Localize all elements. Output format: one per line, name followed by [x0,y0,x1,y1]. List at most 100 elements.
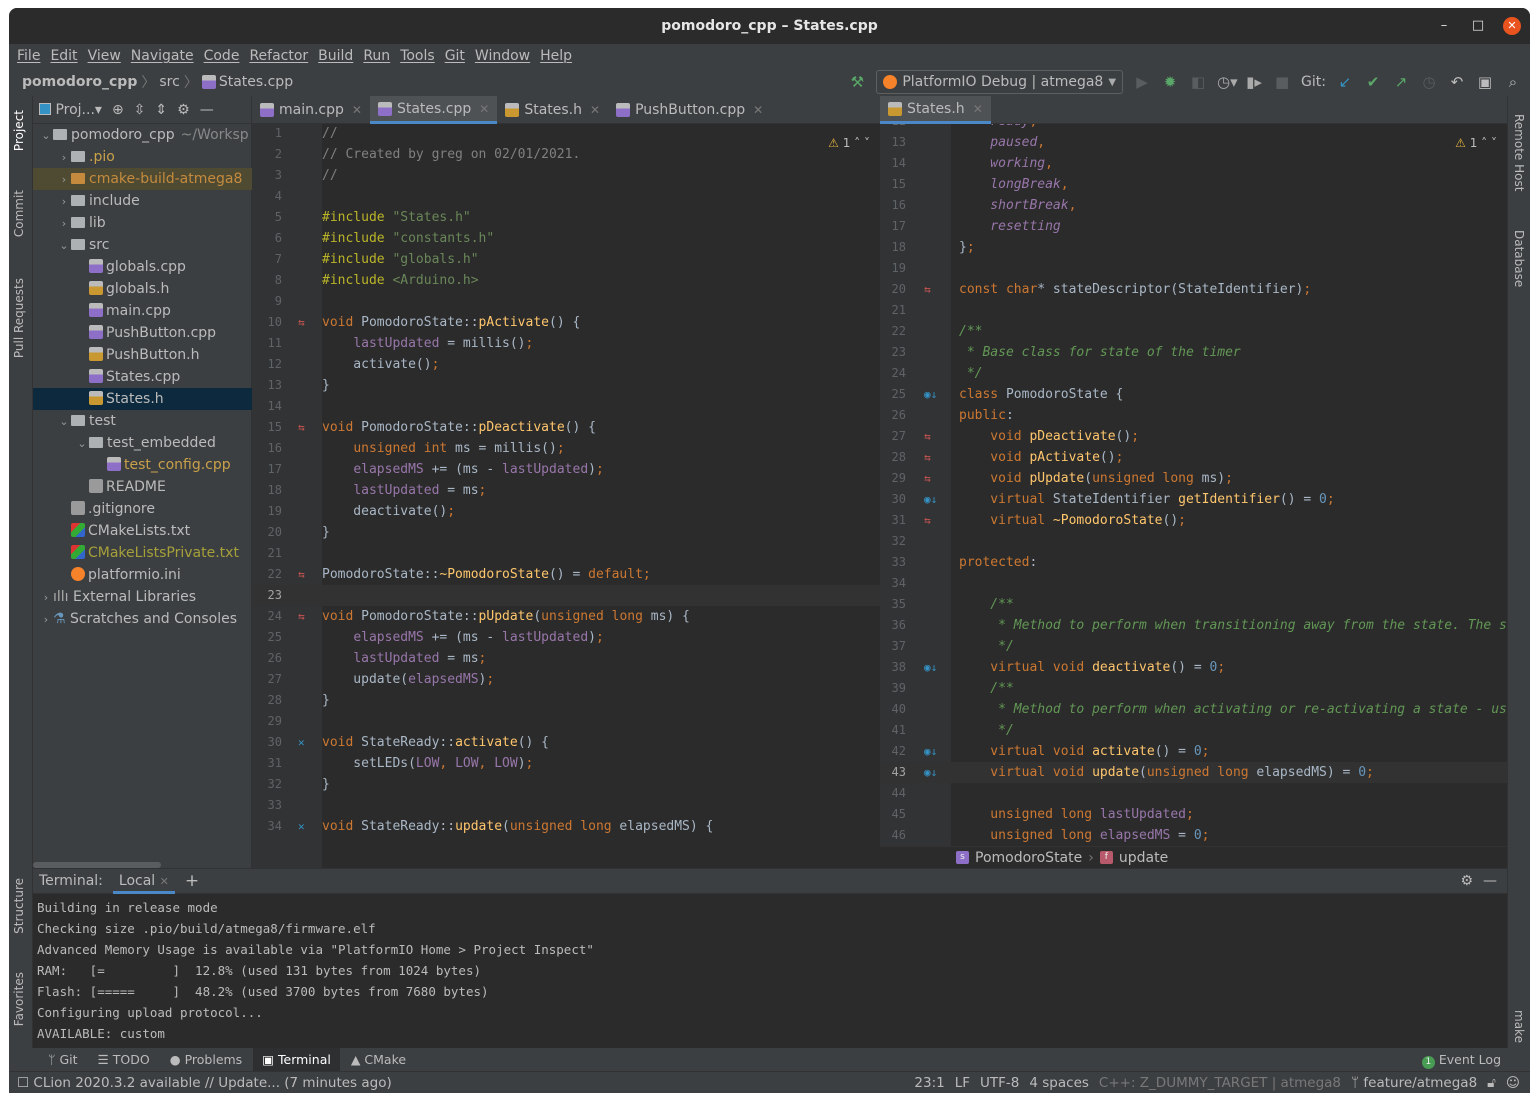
code-area[interactable]: 12 ready,13 paused,14 working,15 longBre… [880,124,1507,868]
menu-run[interactable]: Run [363,48,396,64]
navigate-swap-icon[interactable]: ⇆ [924,468,931,489]
chevron-down-icon[interactable]: ⌄ [75,433,89,454]
strip-commit[interactable]: Commit [12,190,26,237]
menu-build[interactable]: Build [318,48,359,64]
chevron-right-icon[interactable]: › [57,191,71,212]
breadcrumb-item[interactable]: update [1119,850,1168,866]
terminal-tab-local[interactable]: Local ✕ [112,869,175,894]
overridden-icon[interactable]: ◉↓ [924,489,937,510]
chevron-right-icon[interactable]: › [57,169,71,190]
overridden-icon[interactable]: ◉↓ [924,741,937,762]
navigate-swap-icon[interactable]: ⇆ [924,510,931,531]
tree-item[interactable]: ⌄ test [33,410,252,432]
menu-code[interactable]: Code [204,48,246,64]
overridden-icon[interactable]: ◉↓ [924,657,937,678]
navigate-swap-icon[interactable]: ⇆ [298,417,305,438]
strip-make[interactable]: make [1512,1010,1526,1043]
strip-database[interactable]: Database [1512,230,1526,287]
indent-setting[interactable]: 4 spaces [1029,1075,1089,1091]
close-icon[interactable]: ✕ [352,103,362,117]
strip-pull-requests[interactable]: Pull Requests [12,278,26,358]
tool-window-problems[interactable]: ● Problems [161,1048,252,1071]
menu-help[interactable]: Help [540,48,578,64]
tree-item[interactable]: globals.cpp [33,256,252,278]
strip-project[interactable]: Project [12,110,26,151]
tree-item[interactable]: › ⚗ Scratches and Consoles [33,608,252,630]
git-update-icon[interactable]: ↙ [1336,73,1354,91]
menu-file[interactable]: File [17,48,46,64]
breadcrumb-folder[interactable]: src [159,74,179,90]
tab-states-cpp[interactable]: States.cpp ✕ [369,96,498,124]
implements-icon[interactable]: ✕ [298,732,305,753]
stop-icon[interactable]: ■ [1273,73,1291,91]
tool-window-git[interactable]: ᛘ Git [39,1048,87,1071]
code-area[interactable]: 1 // 2 // Created by greg on 02/01/2021. 3 //… [252,124,880,868]
maximize-button[interactable]: □ [1469,17,1487,35]
chevron-down-icon[interactable]: ⌄ [39,125,53,146]
project-view-select[interactable]: Proj...▾ [39,102,102,118]
tree-item[interactable]: › include [33,190,252,212]
search-icon[interactable]: ⌕ [1504,73,1522,91]
tree-item[interactable]: ⌄ pomodoro_cpp ~/Worksp [33,124,252,146]
tab-main-cpp[interactable]: main.cpp ✕ [252,96,370,124]
tree-item[interactable]: ⌄ test_embedded [33,432,252,454]
tree-item[interactable]: PushButton.cpp [33,322,252,344]
close-icon[interactable]: ✕ [590,103,600,117]
menu-navigate[interactable]: Navigate [131,48,200,64]
run-config-select[interactable]: PlatformIO Debug | atmega8 ▼ [876,70,1124,94]
breadcrumb-item[interactable]: PomodoroState [975,850,1082,866]
tool-window-todo[interactable]: ☰ TODO [89,1048,159,1071]
coverage-icon[interactable]: ◧ [1189,73,1207,91]
inspection-widget[interactable]: ⚠ 1 ˄ ˅ [828,136,870,150]
resolve-context[interactable]: C++: Z_DUMMY_TARGET | atmega8 [1099,1075,1341,1091]
overridden-icon[interactable]: ◉↓ [924,384,937,405]
tool-window-cmake[interactable]: ▲ CMake [342,1048,415,1071]
close-icon[interactable]: ✕ [753,103,763,117]
close-icon[interactable]: ✕ [160,875,169,888]
close-icon[interactable]: ✕ [479,102,489,116]
close-icon[interactable]: ✕ [973,102,983,116]
tree-item[interactable]: States.cpp [33,366,252,388]
navigate-swap-icon[interactable]: ⇆ [924,279,931,300]
chevron-right-icon[interactable]: › [57,147,71,168]
caret-position[interactable]: 23:1 [914,1075,944,1091]
gear-icon[interactable]: ⚙ [177,102,190,118]
expand-all-icon[interactable]: ⇳ [134,102,146,118]
breadcrumb-file[interactable]: States.cpp [219,74,293,90]
inspector-icon[interactable]: ☺︎ [1506,1075,1520,1091]
strip-remote-host[interactable]: Remote Host [1512,114,1526,191]
implements-icon[interactable]: ✕ [298,816,305,837]
tree-item[interactable]: › lib [33,212,252,234]
minimize-button[interactable]: – [1435,17,1453,35]
new-terminal-button[interactable]: + [185,871,199,891]
tree-item[interactable]: PushButton.h [33,344,252,366]
chevron-right-icon[interactable]: › [39,587,53,608]
run-icon[interactable]: ▶ [1133,73,1151,91]
history-icon[interactable]: ◷ [1420,73,1438,91]
tree-item[interactable]: README [33,476,252,498]
lock-icon[interactable]: 🔓︎ [1487,1075,1496,1091]
navigate-swap-icon[interactable]: ⇆ [298,564,305,585]
overridden-icon[interactable]: ◉↓ [924,762,937,783]
gear-icon[interactable]: ⚙ [1460,873,1473,889]
hide-icon[interactable]: — [200,102,214,118]
menu-window[interactable]: Window [475,48,536,64]
menu-tools[interactable]: Tools [400,48,441,64]
strip-structure[interactable]: Structure [12,878,26,934]
tree-item[interactable]: › .pio [33,146,252,168]
profile-icon[interactable]: ◷▾ [1217,73,1238,91]
tree-item[interactable]: › cmake-build-atmega8 [33,168,252,190]
tab-states-h[interactable]: States.h ✕ [497,96,608,124]
attach-icon[interactable]: ▮▸ [1245,73,1263,91]
menu-edit[interactable]: Edit [50,48,83,64]
tree-item[interactable]: CMakeLists.txt [33,520,252,542]
menu-git[interactable]: Git [445,48,471,64]
chevron-down-icon[interactable]: ⌄ [57,235,71,256]
collapse-all-icon[interactable]: ⇕ [155,102,167,118]
strip-favorites[interactable]: Favorites [12,972,26,1026]
chevron-right-icon[interactable]: › [57,213,71,234]
tree-item[interactable]: ⌄ src [33,234,252,256]
line-separator[interactable]: LF [955,1075,970,1091]
file-encoding[interactable]: UTF-8 [980,1075,1019,1091]
menu-refactor[interactable]: Refactor [249,48,314,64]
